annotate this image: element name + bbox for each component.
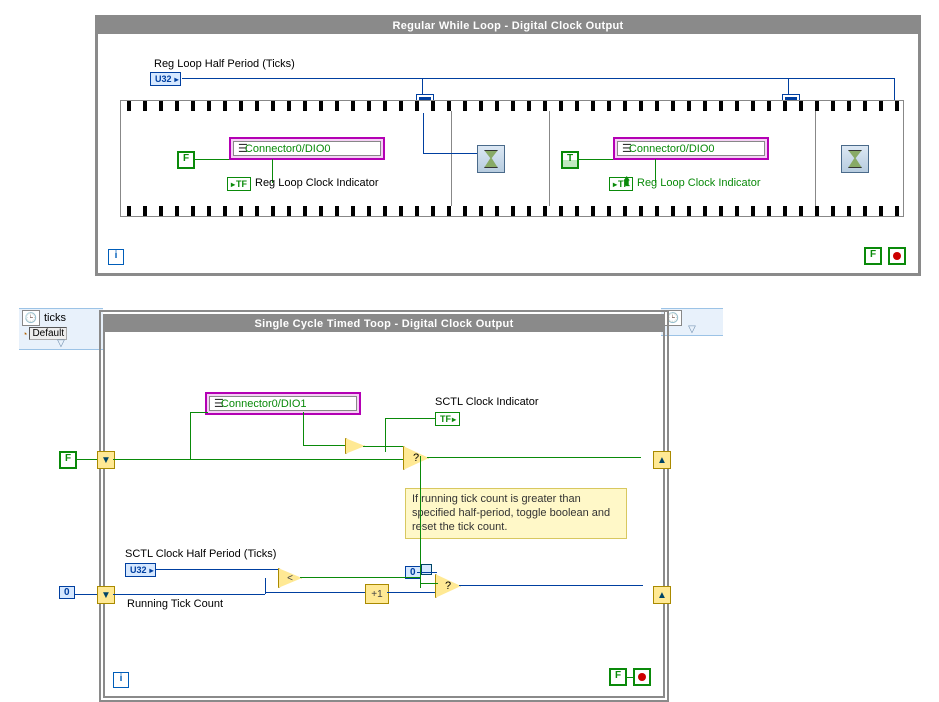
stop-terminal-icon[interactable] bbox=[888, 247, 906, 265]
sctl-indicator-label: SCTL Clock Indicator bbox=[435, 396, 539, 408]
dio-resource: Connector0/DIO1 bbox=[209, 396, 357, 411]
sctl-timed-loop[interactable]: Single Cycle Timed Toop - Digital Clock … bbox=[99, 310, 669, 702]
timed-loop-right-node[interactable]: ▽ bbox=[661, 308, 723, 336]
flat-sequence[interactable]: F Connector0/DIO0 TF Reg Loop Clock Indi… bbox=[120, 100, 904, 217]
reg-indicator-local-label: Reg Loop Clock Indicator bbox=[637, 177, 761, 189]
local-variable-icon: ⮬ bbox=[624, 176, 631, 189]
not-primitive-icon[interactable] bbox=[345, 438, 365, 454]
reg-indicator-label: Reg Loop Clock Indicator bbox=[255, 177, 379, 189]
shift-register-left-icon[interactable]: ▼ bbox=[97, 451, 115, 469]
shift-register-left-icon[interactable]: ▼ bbox=[97, 586, 115, 604]
stop-terminal-icon[interactable] bbox=[633, 668, 651, 686]
dio-resource: Connector0/DIO0 bbox=[617, 141, 765, 156]
wait-icon[interactable] bbox=[841, 145, 869, 173]
wait-icon[interactable] bbox=[477, 145, 505, 173]
dio-resource: Connector0/DIO0 bbox=[233, 141, 381, 156]
clock-icon bbox=[22, 310, 40, 326]
chevron-down-icon[interactable]: ▽ bbox=[664, 326, 720, 334]
sctl-half-period-label: SCTL Clock Half Period (Ticks) bbox=[125, 548, 276, 560]
running-tick-label: Running Tick Count bbox=[127, 598, 223, 610]
reg-half-period-control[interactable]: U32 bbox=[150, 72, 181, 86]
dio-write-node[interactable]: Connector0/DIO1 bbox=[205, 392, 361, 415]
comment-note: If running tick count is greater than sp… bbox=[405, 488, 627, 539]
stop-false-constant[interactable]: F bbox=[864, 247, 882, 265]
dio-write-node[interactable]: Connector0/DIO0 bbox=[613, 137, 769, 160]
shift-register-right-icon[interactable]: ▲ bbox=[653, 586, 671, 604]
stop-false-constant[interactable]: F bbox=[609, 668, 627, 686]
iteration-terminal: i bbox=[113, 672, 129, 688]
true-constant[interactable]: T bbox=[561, 151, 579, 169]
block-diagram: Regular While Loop - Digital Clock Outpu… bbox=[0, 0, 939, 700]
dio-write-node[interactable]: Connector0/DIO0 bbox=[229, 137, 385, 160]
increment-icon[interactable]: +1 bbox=[365, 584, 389, 604]
select-node-icon[interactable]: ? bbox=[403, 446, 429, 470]
timed-loop-left-node[interactable]: ticks ◔ Default ▽ bbox=[19, 308, 103, 350]
select-node-icon[interactable]: ? bbox=[435, 574, 461, 598]
iteration-terminal: i bbox=[108, 249, 124, 265]
shift-register-right-icon[interactable]: ▲ bbox=[653, 451, 671, 469]
sr-init-zero[interactable]: 0 bbox=[59, 586, 75, 599]
sctl-title: Single Cycle Timed Toop - Digital Clock … bbox=[105, 316, 663, 332]
regular-loop-title: Regular While Loop - Digital Clock Outpu… bbox=[98, 18, 918, 34]
false-constant[interactable]: F bbox=[177, 151, 195, 169]
ticks-label: ticks bbox=[44, 312, 66, 324]
reg-half-period-label: Reg Loop Half Period (Ticks) bbox=[154, 58, 295, 70]
sctl-indicator-icon[interactable]: TF bbox=[435, 412, 460, 426]
coercion-dot-icon bbox=[421, 564, 432, 575]
chevron-down-icon[interactable]: ▽ bbox=[22, 340, 100, 348]
regular-while-loop[interactable]: Regular While Loop - Digital Clock Outpu… bbox=[95, 15, 921, 276]
sr-init-false[interactable]: F bbox=[59, 451, 77, 469]
sctl-half-period-control[interactable]: U32 bbox=[125, 563, 156, 577]
tf-indicator-icon[interactable]: TF bbox=[227, 177, 251, 191]
timing-source-icon: ◔ bbox=[22, 329, 27, 339]
greater-than-icon[interactable]: < bbox=[278, 568, 302, 588]
